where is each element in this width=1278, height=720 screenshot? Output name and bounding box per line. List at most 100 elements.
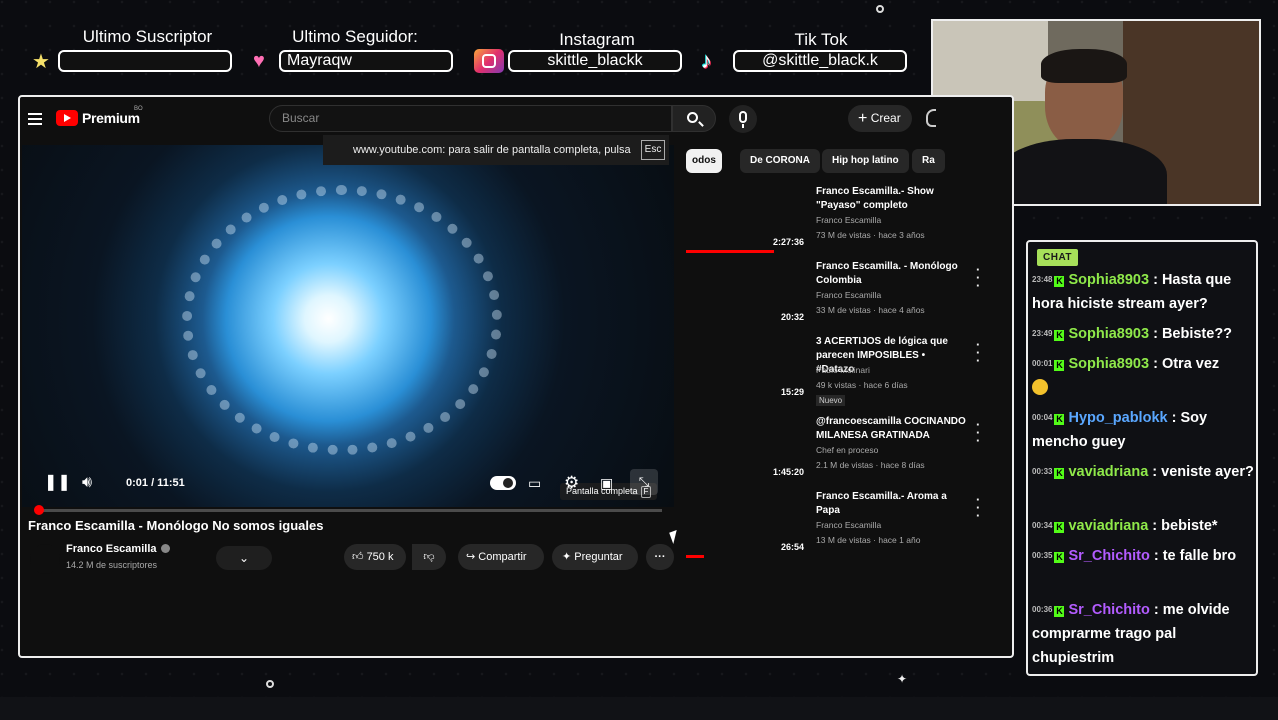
kick-badge-icon: K — [1054, 330, 1065, 341]
chat-username[interactable]: Sophia8903 — [1068, 326, 1149, 342]
kick-badge-icon: K — [1054, 606, 1065, 617]
more-options-icon[interactable]: · · · — [976, 263, 980, 292]
chat-text: : Bebiste?? — [1149, 326, 1233, 342]
more-options-icon[interactable]: · · · — [976, 338, 980, 367]
voice-search-button[interactable] — [729, 105, 757, 133]
chat-message: 23:49 K Sophia8903 : Bebiste?? — [1032, 322, 1256, 346]
sparkle-icon: ✦ — [562, 551, 572, 563]
dislike-button[interactable]: 👎︎ — [412, 544, 446, 570]
autoplay-toggle[interactable] — [490, 476, 516, 490]
heart-icon: ♥ — [253, 50, 265, 72]
related-video-title[interactable]: Franco Escamilla.- Show "Payaso" complet… — [816, 185, 966, 213]
mic-icon — [739, 111, 747, 123]
search-input[interactable]: Buscar — [269, 105, 672, 132]
search-button[interactable] — [672, 105, 716, 132]
chip-de-corona[interactable]: De CORONA — [740, 149, 821, 173]
share-button[interactable]: ↪ Compartir — [458, 544, 544, 570]
chat-message: 00:35 K Sr_Chichito : te falle bro — [1032, 544, 1256, 568]
related-video-item[interactable]: 2:27:36 Franco Escamilla.- Show "Payaso" … — [686, 185, 986, 259]
video-player[interactable]: Pantalla completa F ❚❚ 🔊︎ 0:01 / 11:51 ▭ … — [22, 145, 676, 515]
last-subscriber-label: Ultimo Suscriptor — [82, 27, 213, 46]
related-video-channel[interactable]: Franco Escamilla — [816, 215, 881, 225]
volume-icon[interactable]: 🔊︎ — [82, 471, 92, 495]
related-video-channel[interactable]: Franco Escamilla — [816, 520, 881, 530]
related-video-title[interactable]: @francoescamilla COCINANDO MILANESA GRAT… — [816, 415, 966, 443]
menu-icon[interactable] — [28, 113, 42, 125]
youtube-logo-icon[interactable] — [56, 110, 78, 126]
last-follower-value: Mayraqw — [279, 50, 453, 72]
instagram-label: Instagram — [559, 30, 635, 49]
chat-text: : Otra vez — [1149, 356, 1220, 372]
instagram-handle: skittle_blackk — [508, 50, 682, 72]
chat-username[interactable]: Sr_Chichito — [1068, 602, 1149, 618]
video-thumbnail[interactable]: 26:54 — [686, 490, 808, 558]
chip-todos[interactable]: odos — [686, 149, 722, 173]
more-options-icon[interactable]: · · · — [976, 418, 980, 447]
video-thumbnail[interactable]: 15:29 — [686, 335, 808, 403]
video-thumbnail[interactable]: 1:45:20 — [686, 415, 808, 483]
chat-message: 00:36 K Sr_Chichito : me olvide comprarme … — [1032, 598, 1256, 670]
watched-progress — [686, 555, 705, 558]
chat-timestamp: 23:49 — [1032, 329, 1053, 338]
chat-panel: CHAT 23:48 K Sophia8903 : Hasta que hora h… — [1026, 240, 1258, 676]
plus-icon: + — [858, 110, 868, 127]
chat-username[interactable]: Sr_Chichito — [1068, 548, 1149, 564]
video-thumbnail[interactable]: 2:27:36 — [686, 185, 808, 253]
ask-button[interactable]: ✦ Preguntar — [552, 544, 638, 570]
more-options-icon[interactable]: · · · — [976, 493, 980, 522]
chat-badge: CHAT — [1037, 249, 1079, 266]
verified-icon — [160, 544, 170, 553]
chat-timestamp: 00:33 — [1032, 467, 1053, 476]
related-video-title[interactable]: Franco Escamilla. - Monólogo Colombia — [816, 260, 966, 288]
tiktok-handle: @skittle_black.k — [733, 50, 907, 72]
pause-button[interactable]: ❚❚ — [44, 471, 71, 495]
related-video-item[interactable]: 1:45:20 @francoescamilla COCINANDO MILANE… — [686, 415, 986, 489]
subtitles-icon[interactable]: ▭ — [528, 471, 541, 495]
settings-gear-icon[interactable]: ⚙ — [564, 471, 579, 495]
watched-progress — [686, 250, 774, 253]
related-video-title[interactable]: Franco Escamilla.- Aroma a Papa — [816, 490, 966, 518]
youtube-premium-brand[interactable]: Premium — [82, 110, 140, 126]
progress-bar[interactable] — [36, 509, 662, 512]
channel-avatar[interactable] — [30, 544, 60, 574]
video-duration: 20:32 — [778, 312, 806, 322]
chat-username[interactable]: Sophia8903 — [1068, 272, 1149, 288]
create-label: Crear — [870, 111, 901, 125]
chat-username[interactable]: Sophia8903 — [1068, 356, 1149, 372]
related-video-item[interactable]: 26:54 Franco Escamilla.- Aroma a Papa Fran… — [686, 490, 986, 564]
related-video-meta: 13 M de vistas · hace 1 año — [816, 535, 921, 545]
related-video-item[interactable]: 15:29 3 ACERTIJOS de lógica que parecen I… — [686, 335, 986, 409]
video-duration: 26:54 — [778, 542, 806, 552]
player-controls: ❚❚ 🔊︎ 0:01 / 11:51 ▭ ⚙ ▣ ⤡ — [24, 467, 676, 501]
video-thumbnail[interactable]: 20:32 — [686, 260, 808, 328]
deco-circle — [876, 5, 884, 13]
chat-username[interactable]: vaviadriana — [1068, 464, 1148, 480]
last-follower-label: Ultimo Seguidor: — [292, 27, 418, 46]
channel-name[interactable]: Franco Escamilla — [66, 543, 170, 555]
scrubber-handle[interactable] — [34, 505, 44, 515]
like-button[interactable]: 👍︎ 750 k — [344, 544, 406, 570]
chip-more[interactable]: Ra — [912, 149, 945, 173]
related-video-channel[interactable]: Pablo Molinari — [816, 365, 870, 375]
chip-hip-hop-latino[interactable]: Hip hop latino — [822, 149, 909, 173]
chat-username[interactable]: Hypo_pablokk — [1068, 410, 1167, 426]
chat-text: : te falle bro — [1149, 548, 1237, 564]
subscribed-dropdown[interactable]: ⌄ — [216, 546, 272, 570]
exit-fullscreen-icon[interactable]: ⤡ — [630, 469, 658, 495]
video-duration: 2:27:36 — [770, 237, 806, 247]
more-actions-button[interactable]: ··· — [646, 544, 674, 570]
chat-timestamp: 00:01 — [1032, 359, 1053, 368]
theater-mode-icon[interactable]: ▣ — [600, 471, 613, 495]
chat-message: 00:33 Kvaviadriana : veniste ayer? — [1032, 460, 1256, 484]
deco-circle — [266, 680, 274, 688]
related-video-item[interactable]: 20:32 Franco Escamilla. - Monólogo Colomb… — [686, 260, 986, 334]
chat-username[interactable]: vaviadriana — [1068, 518, 1148, 534]
related-video-meta: 73 M de vistas · hace 3 años — [816, 230, 925, 240]
related-video-channel[interactable]: Chef en proceso — [816, 445, 878, 455]
related-video-channel[interactable]: Franco Escamilla — [816, 290, 881, 300]
chat-timestamp: 00:35 — [1032, 551, 1053, 560]
notifications-icon[interactable] — [926, 109, 936, 127]
share-icon: ↪ — [466, 551, 476, 563]
create-button[interactable]: + Crear — [848, 105, 912, 132]
video-duration: 15:29 — [778, 387, 806, 397]
